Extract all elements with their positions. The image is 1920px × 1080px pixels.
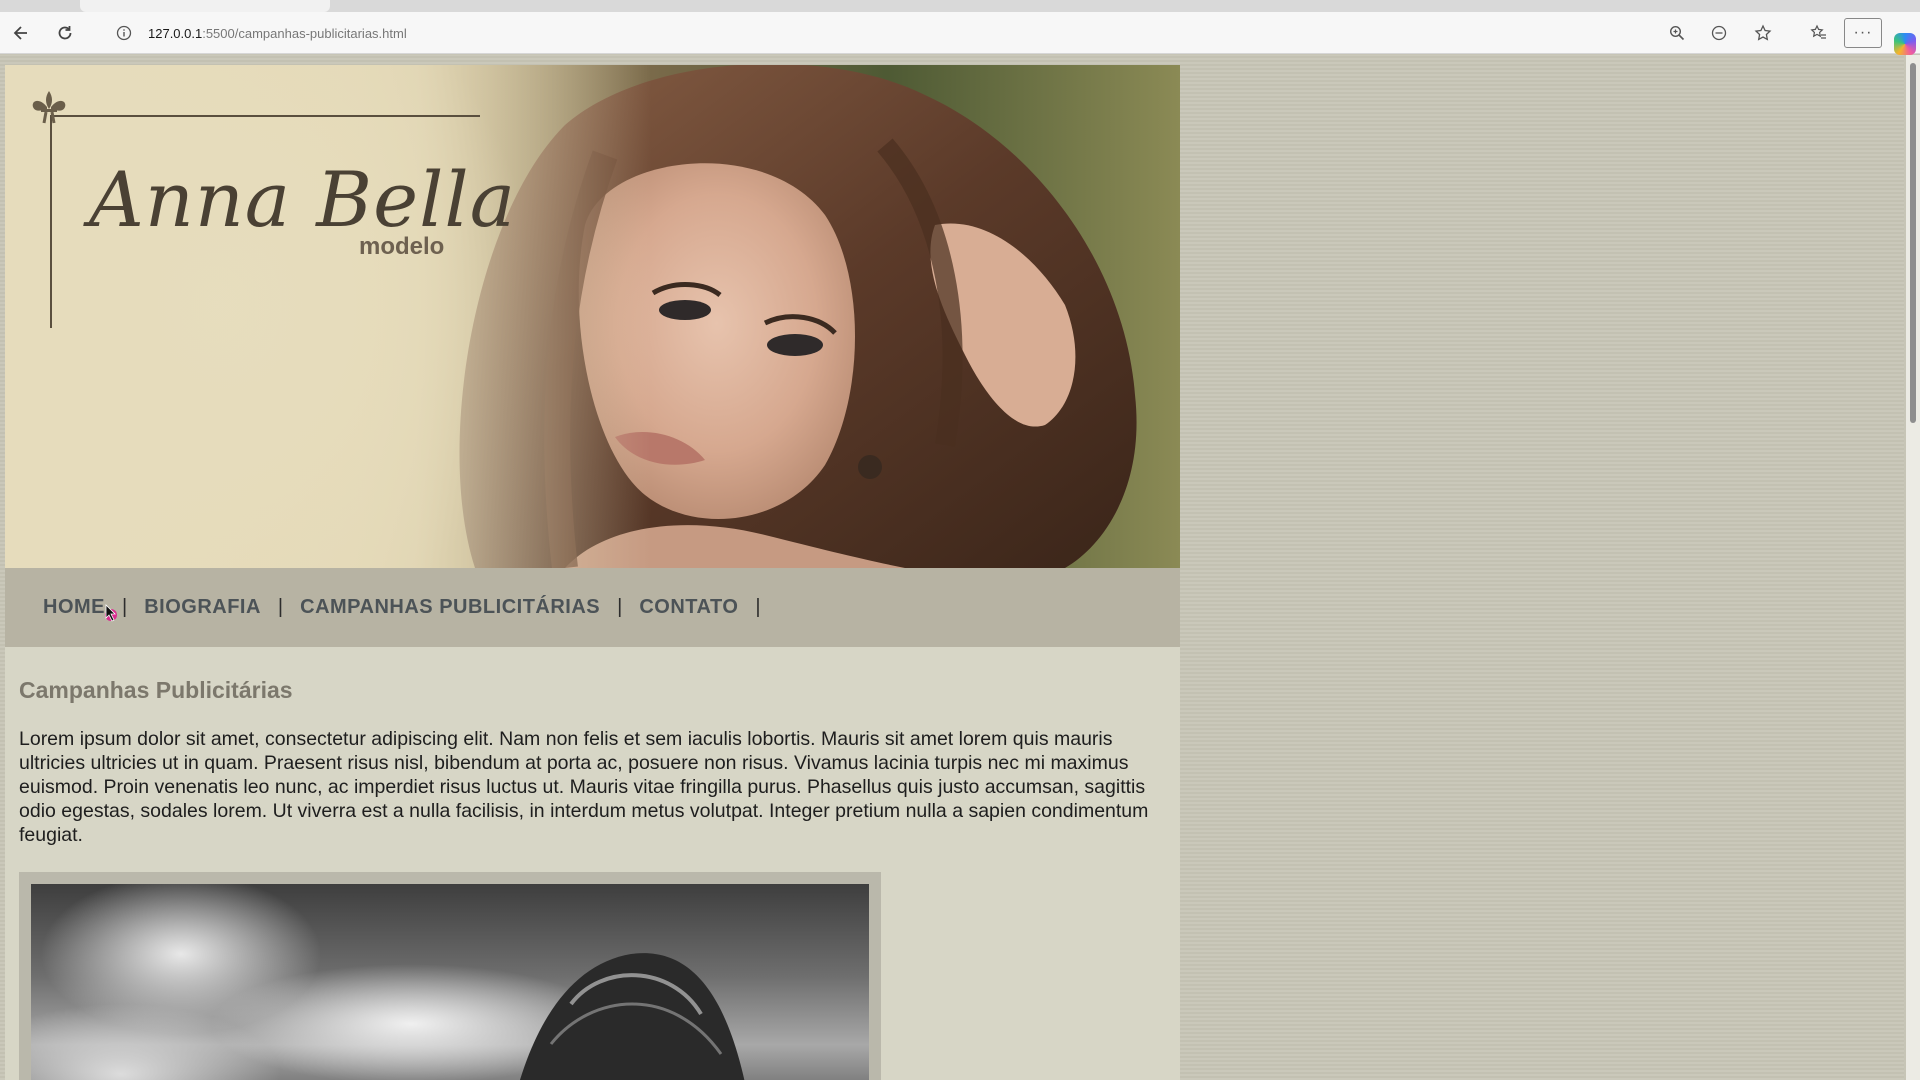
page-title: Campanhas Publicitárias: [19, 677, 293, 703]
back-arrow-icon[interactable]: [6, 18, 36, 48]
nav-campanhas-link[interactable]: CAMPANHAS PUBLICITÁRIAS: [300, 596, 600, 619]
nav-contato-link[interactable]: CONTATO: [639, 596, 738, 619]
logo-name: Anna Bella: [89, 155, 516, 244]
page-viewport: Anna Bella modelo HOME | BIOGRAFIA | CAM…: [0, 55, 1904, 1080]
content-section: Campanhas Publicitárias Lorem ipsum dolo…: [5, 647, 1180, 1080]
nav-biografia-link[interactable]: BIOGRAFIA: [144, 596, 261, 619]
nav-separator: |: [755, 596, 761, 618]
site-info-icon[interactable]: [114, 23, 134, 43]
intro-paragraph: Lorem ipsum dolor sit amet, consectetur …: [19, 728, 1149, 846]
scrollbar-thumb[interactable]: [1910, 63, 1916, 423]
fleur-de-lis-icon: [32, 91, 66, 124]
logo-subtitle: modelo: [359, 233, 445, 260]
campaign-photo-art: [519, 953, 745, 1080]
campaign-photo[interactable]: [31, 884, 869, 1080]
main-nav: HOME | BIOGRAFIA | CAMPANHAS PUBLICITÁRI…: [5, 568, 1180, 647]
campaign-photo-frame: [19, 872, 881, 1080]
logo-frame-top: [50, 115, 480, 117]
url-host: 127.0.0.1: [148, 25, 203, 41]
reader-icon[interactable]: [1704, 18, 1734, 48]
nav-separator: |: [277, 596, 284, 618]
url-text[interactable]: 127.0.0.1:5500/campanhas-publicitarias.h…: [148, 26, 407, 41]
more-icon[interactable]: ···: [1844, 18, 1882, 48]
nav-separator: |: [617, 596, 623, 618]
logo-frame-left: [50, 115, 52, 328]
nav-home-link[interactable]: HOME: [43, 596, 105, 619]
model-portrait-image: [5, 65, 1180, 568]
cursor-icon: [105, 604, 117, 622]
header-banner: Anna Bella modelo: [5, 65, 1180, 568]
copilot-icon[interactable]: [1894, 33, 1916, 55]
star-icon[interactable]: [1748, 18, 1778, 48]
url-path: :5500/campanhas-publicitarias.html: [202, 25, 407, 41]
zoom-icon[interactable]: [1662, 18, 1692, 48]
page-scrollbar[interactable]: [1906, 55, 1920, 1080]
tab-strip: [0, 0, 1920, 12]
active-tab[interactable]: [80, 0, 330, 12]
nav-separator: |: [122, 596, 128, 618]
site-container: Anna Bella modelo HOME | BIOGRAFIA | CAM…: [5, 65, 1180, 1080]
favorites-icon[interactable]: [1804, 18, 1834, 48]
reload-icon[interactable]: [50, 18, 80, 48]
browser-toolbar: 127.0.0.1:5500/campanhas-publicitarias.h…: [0, 12, 1920, 55]
address-bar[interactable]: 127.0.0.1:5500/campanhas-publicitarias.h…: [104, 18, 1776, 48]
